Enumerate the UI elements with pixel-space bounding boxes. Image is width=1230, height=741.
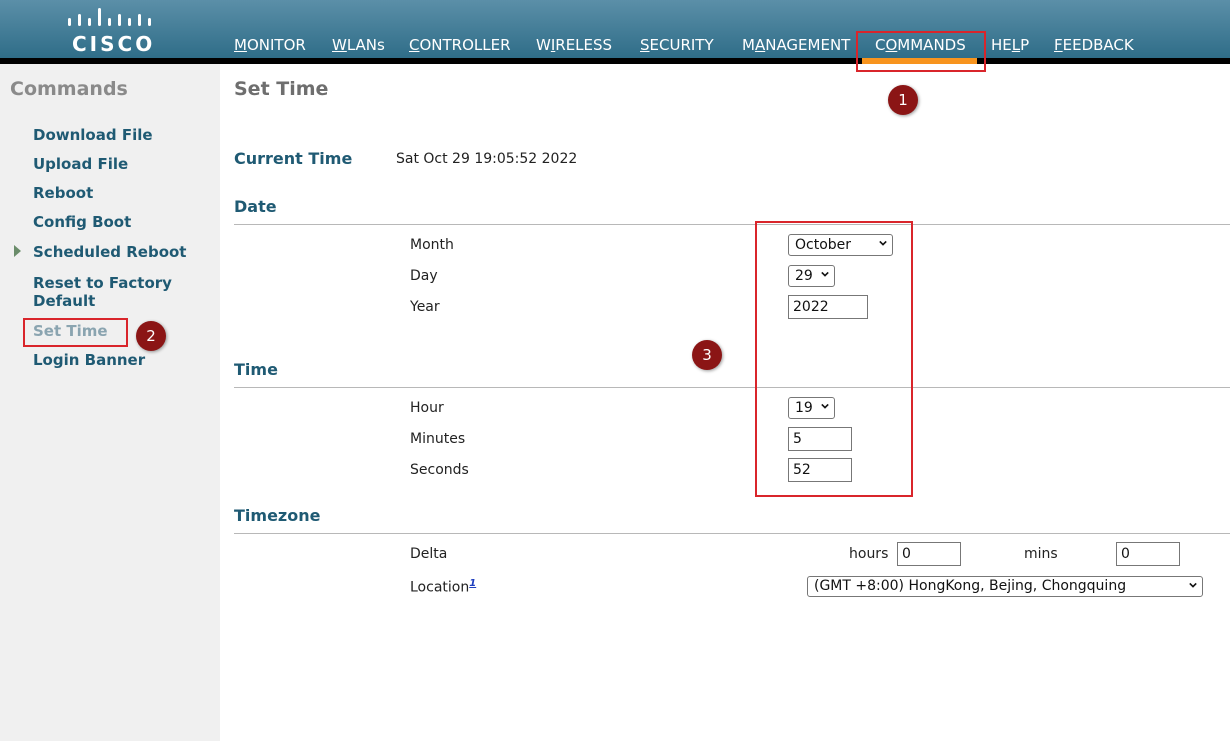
nav-wireless[interactable]: WIRELESS [536,36,612,54]
nav-management[interactable]: MANAGEMENT [742,36,850,54]
hours-label: hours [849,546,889,562]
timezone-divider [234,533,1230,534]
timezone-heading: Timezone [234,506,321,525]
sidebar-item-config-boot[interactable]: Config Boot [33,213,213,231]
delta-mins-input[interactable] [1116,542,1180,566]
logo-text: CISCO [72,32,156,56]
cisco-bars-icon [68,8,151,26]
mins-label: mins [1024,546,1058,562]
date-divider [234,224,1230,225]
location-select[interactable]: (GMT +8:00) HongKong, Bejing, Chongquing [807,576,1203,597]
sidebar-item-upload-file[interactable]: Upload File [33,155,213,173]
page-title: Set Time [234,78,329,100]
sidebar-item-login-banner[interactable]: Login Banner [33,351,213,369]
annotation-badge-1: 1 [888,85,918,115]
annotation-box-set-time [23,318,128,347]
time-divider [234,387,1230,388]
annotation-badge-3: 3 [692,340,722,370]
delta-hours-input[interactable] [897,542,961,566]
nav-monitor[interactable]: MONITOR [234,36,306,54]
nav-help[interactable]: HELP [991,36,1029,54]
location-label: Location1 [410,578,477,596]
sidebar-item-reset-factory-default[interactable]: Reset to Factory Default [33,274,183,310]
nav-wlans[interactable]: WLANs [332,36,385,54]
sidebar: Commands Download File Upload File Reboo… [0,64,220,741]
annotation-box-date-time-fields [755,221,913,497]
seconds-label: Seconds [410,462,469,478]
current-time-label: Current Time [234,149,353,168]
sidebar-item-download-file[interactable]: Download File [33,126,213,144]
year-label: Year [410,299,440,315]
sidebar-title: Commands [10,78,128,100]
nav-feedback[interactable]: FEEDBACK [1054,36,1134,54]
location-footnote-link[interactable]: 1 [469,578,476,589]
sidebar-item-reboot[interactable]: Reboot [33,184,213,202]
chevron-down-icon [1189,582,1197,588]
cisco-logo: CISCO [62,6,158,56]
sidebar-item-scheduled-reboot[interactable]: Scheduled Reboot [33,243,213,261]
expand-arrow-icon[interactable] [14,245,21,257]
day-label: Day [410,268,438,284]
time-heading: Time [234,360,278,379]
date-heading: Date [234,197,277,216]
minutes-label: Minutes [410,431,466,447]
nav-controller[interactable]: CONTROLLER [409,36,511,54]
month-label: Month [410,237,454,253]
hour-label: Hour [410,400,444,416]
annotation-box-commands [856,31,986,72]
nav-security[interactable]: SECURITY [640,36,714,54]
current-time-value: Sat Oct 29 19:05:52 2022 [396,151,578,167]
delta-label: Delta [410,546,448,562]
top-navigation-bar: CISCO MONITOR WLANs CONTROLLER WIRELESS … [0,0,1230,58]
annotation-badge-2: 2 [136,321,166,351]
